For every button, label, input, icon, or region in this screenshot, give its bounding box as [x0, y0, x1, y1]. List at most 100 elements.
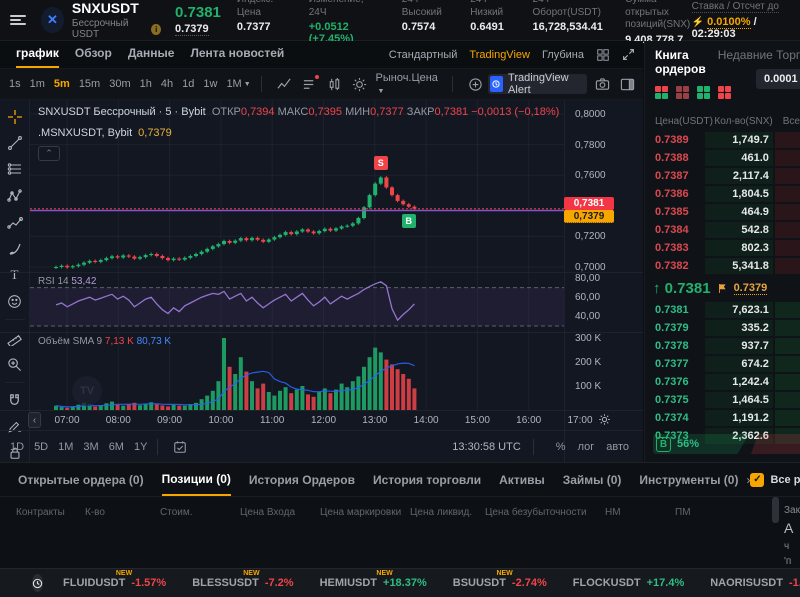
emoji-icon[interactable] — [4, 293, 26, 310]
ticker-BLESSUSDT[interactable]: NEW BLESSUSDT -7.2% — [192, 570, 293, 589]
range-5D[interactable]: 5D — [34, 441, 48, 453]
scale-%[interactable]: % — [556, 441, 566, 453]
ask-row[interactable]: 0.7383 802.3 — [645, 239, 800, 257]
tab-Историяторговли[interactable]: История торговли — [373, 465, 481, 495]
pattern-icon[interactable] — [4, 187, 26, 204]
bid-row[interactable]: 0.7381 7,623.1 — [645, 301, 800, 319]
ask-row[interactable]: 0.7387 2,117.4 — [645, 167, 800, 185]
mode-Глубина[interactable]: Глубина — [542, 49, 584, 61]
axis-settings-icon[interactable] — [598, 413, 611, 426]
ask-row[interactable]: 0.7384 542.8 — [645, 221, 800, 239]
tab-Активы[interactable]: Активы — [499, 465, 545, 495]
timeframe-30m[interactable]: 30m — [109, 78, 130, 90]
text-icon[interactable]: T — [4, 266, 26, 283]
timeframe-dropdown-icon[interactable]: ▼ — [244, 81, 251, 88]
expand-icon[interactable] — [622, 48, 635, 61]
trendline-icon[interactable] — [4, 134, 26, 151]
candle-style-icon[interactable] — [327, 77, 342, 92]
range-3M[interactable]: 3M — [83, 441, 98, 453]
brush-icon[interactable] — [4, 240, 26, 257]
range-6M[interactable]: 6M — [109, 441, 124, 453]
clock-icon[interactable] — [32, 574, 43, 592]
ask-row[interactable]: 0.7388 461.0 — [645, 149, 800, 167]
mode-Стандартный[interactable]: Стандартный — [389, 49, 458, 61]
chart-area[interactable]: T 0,8000 0,7800 0,7600 0,7200 0,7000 80,00 60,… — [0, 100, 643, 462]
bid-row[interactable]: 0.7379 335.2 — [645, 319, 800, 337]
menu-icon[interactable] — [0, 13, 35, 27]
compare-add-icon[interactable] — [468, 77, 483, 92]
forecast-icon[interactable] — [4, 214, 26, 231]
ticker-HEMIUSDT[interactable]: NEW HEMIUSDT +18.37% — [320, 570, 427, 589]
screenshot-icon[interactable] — [595, 77, 610, 92]
range-1Y[interactable]: 1Y — [134, 441, 147, 453]
timeframe-5m[interactable]: 5m — [54, 78, 70, 90]
clock-utc[interactable]: 13:30:58 UTC — [452, 441, 520, 453]
tab-график[interactable]: график — [16, 41, 59, 68]
scale-лог[interactable]: лог — [578, 441, 595, 453]
scroll-left-icon[interactable]: ‹ — [28, 412, 41, 428]
time-axis[interactable]: 07:00 08:00 09:00 10:00 11:00 12:00 13:00 14:00… — [0, 410, 643, 430]
orderbook-mark-price[interactable]: 0.7379 — [733, 282, 768, 295]
bid-row[interactable]: 0.7374 1,191.2 — [645, 409, 800, 427]
orderbook-view-icon-3[interactable] — [697, 86, 711, 100]
order-type-select[interactable]: Рыноч.Цена ▼ — [376, 72, 438, 96]
bid-row[interactable]: 0.7375 1,464.5 — [645, 391, 800, 409]
price-axis[interactable]: 0,8000 0,7800 0,7600 0,7200 0,7000 80,00 60,00… — [564, 100, 643, 462]
orderbook-view-icon-2[interactable] — [676, 86, 690, 100]
calendar-icon[interactable] — [173, 440, 187, 454]
bid-row[interactable]: 0.7377 674.2 — [645, 355, 800, 373]
scrollbar-thumb[interactable] — [772, 497, 779, 523]
ask-row[interactable]: 0.7389 1,749.7 — [645, 131, 800, 149]
bid-row[interactable]: 0.7378 937.7 — [645, 337, 800, 355]
timeframe-1m[interactable]: 1m — [30, 78, 45, 90]
filter-1[interactable]: ✓Все рынки — [750, 472, 800, 487]
precision-select[interactable]: 0.0001 — [756, 69, 800, 89]
tab-Инструменты0[interactable]: Инструменты (0) — [639, 465, 738, 495]
timeframe-4h[interactable]: 4h — [161, 78, 173, 90]
ticker-NAORISUSDT[interactable]: NAORISUSDT -1.37% — [710, 577, 800, 589]
zoom-in-icon[interactable] — [4, 355, 26, 372]
chart-settings-icon[interactable] — [352, 77, 367, 92]
mark-price[interactable]: 0.7379 — [175, 23, 209, 36]
channel-icon[interactable] — [4, 161, 26, 178]
timeframe-1d[interactable]: 1d — [182, 78, 194, 90]
symbol-block[interactable]: SNXUSDT Бессрочный USDT i — [72, 0, 162, 40]
timeframe-1w[interactable]: 1w — [203, 78, 217, 90]
timeframe-1M[interactable]: 1M — [226, 78, 241, 90]
tab-Лента новостей[interactable]: Лента новостей — [190, 41, 284, 68]
tab-orderbook[interactable]: Книга ордеров — [655, 48, 706, 76]
ticker-BSUUSDT[interactable]: NEW BSUUSDT -2.74% — [453, 570, 547, 589]
orderbook-mid[interactable]: ↑ 0.7381 0.7379 — [645, 275, 800, 301]
checkbox-checked-icon[interactable]: ✓ — [750, 472, 765, 487]
ask-row[interactable]: 0.7386 1,804.5 — [645, 185, 800, 203]
info-icon[interactable]: i — [151, 23, 162, 35]
magnet-icon[interactable] — [4, 392, 26, 409]
funding-label[interactable]: Ставка / Отсчет до — [691, 1, 779, 13]
crosshair-icon[interactable] — [4, 108, 26, 125]
collapse-legend-button[interactable]: ⌃ — [38, 146, 60, 161]
orderbook-view-icon-1[interactable] — [655, 86, 669, 100]
timeframe-1h[interactable]: 1h — [140, 78, 152, 90]
bid-row[interactable]: 0.7376 1,242.4 — [645, 373, 800, 391]
tab-Открытыеордера0[interactable]: Открытые ордера (0) — [18, 465, 144, 495]
range-1D[interactable]: 1D — [10, 441, 24, 453]
mode-TradingView[interactable]: TradingView — [469, 49, 530, 61]
ticker-FLOCKUSDT[interactable]: FLOCKUSDT +17.4% — [573, 577, 684, 589]
ask-row[interactable]: 0.7382 5,341.8 — [645, 257, 800, 275]
tab-Займы0[interactable]: Займы (0) — [563, 465, 622, 495]
timeframe-15m[interactable]: 15m — [79, 78, 100, 90]
tradingview-alert-button[interactable]: TradingView Alert — [487, 72, 588, 96]
tab-Позиции0[interactable]: Позиции (0) — [161, 464, 231, 496]
tab-Обзор[interactable]: Обзор — [75, 41, 112, 68]
scale-авто[interactable]: авто — [606, 441, 629, 453]
templates-icon[interactable] — [302, 74, 319, 92]
grid-layout-icon[interactable] — [596, 48, 610, 62]
ask-row[interactable]: 0.7385 464.9 — [645, 203, 800, 221]
panel-layout-icon[interactable] — [620, 77, 635, 92]
tab-Данные[interactable]: Данные — [128, 41, 175, 68]
timeframe-1s[interactable]: 1s — [9, 78, 21, 90]
orderbook-view-icon-4[interactable] — [718, 86, 732, 100]
indicators-icon[interactable] — [276, 77, 292, 92]
range-1M[interactable]: 1M — [58, 441, 73, 453]
tab-ИсторияОрдеров[interactable]: История Ордеров — [249, 465, 355, 495]
